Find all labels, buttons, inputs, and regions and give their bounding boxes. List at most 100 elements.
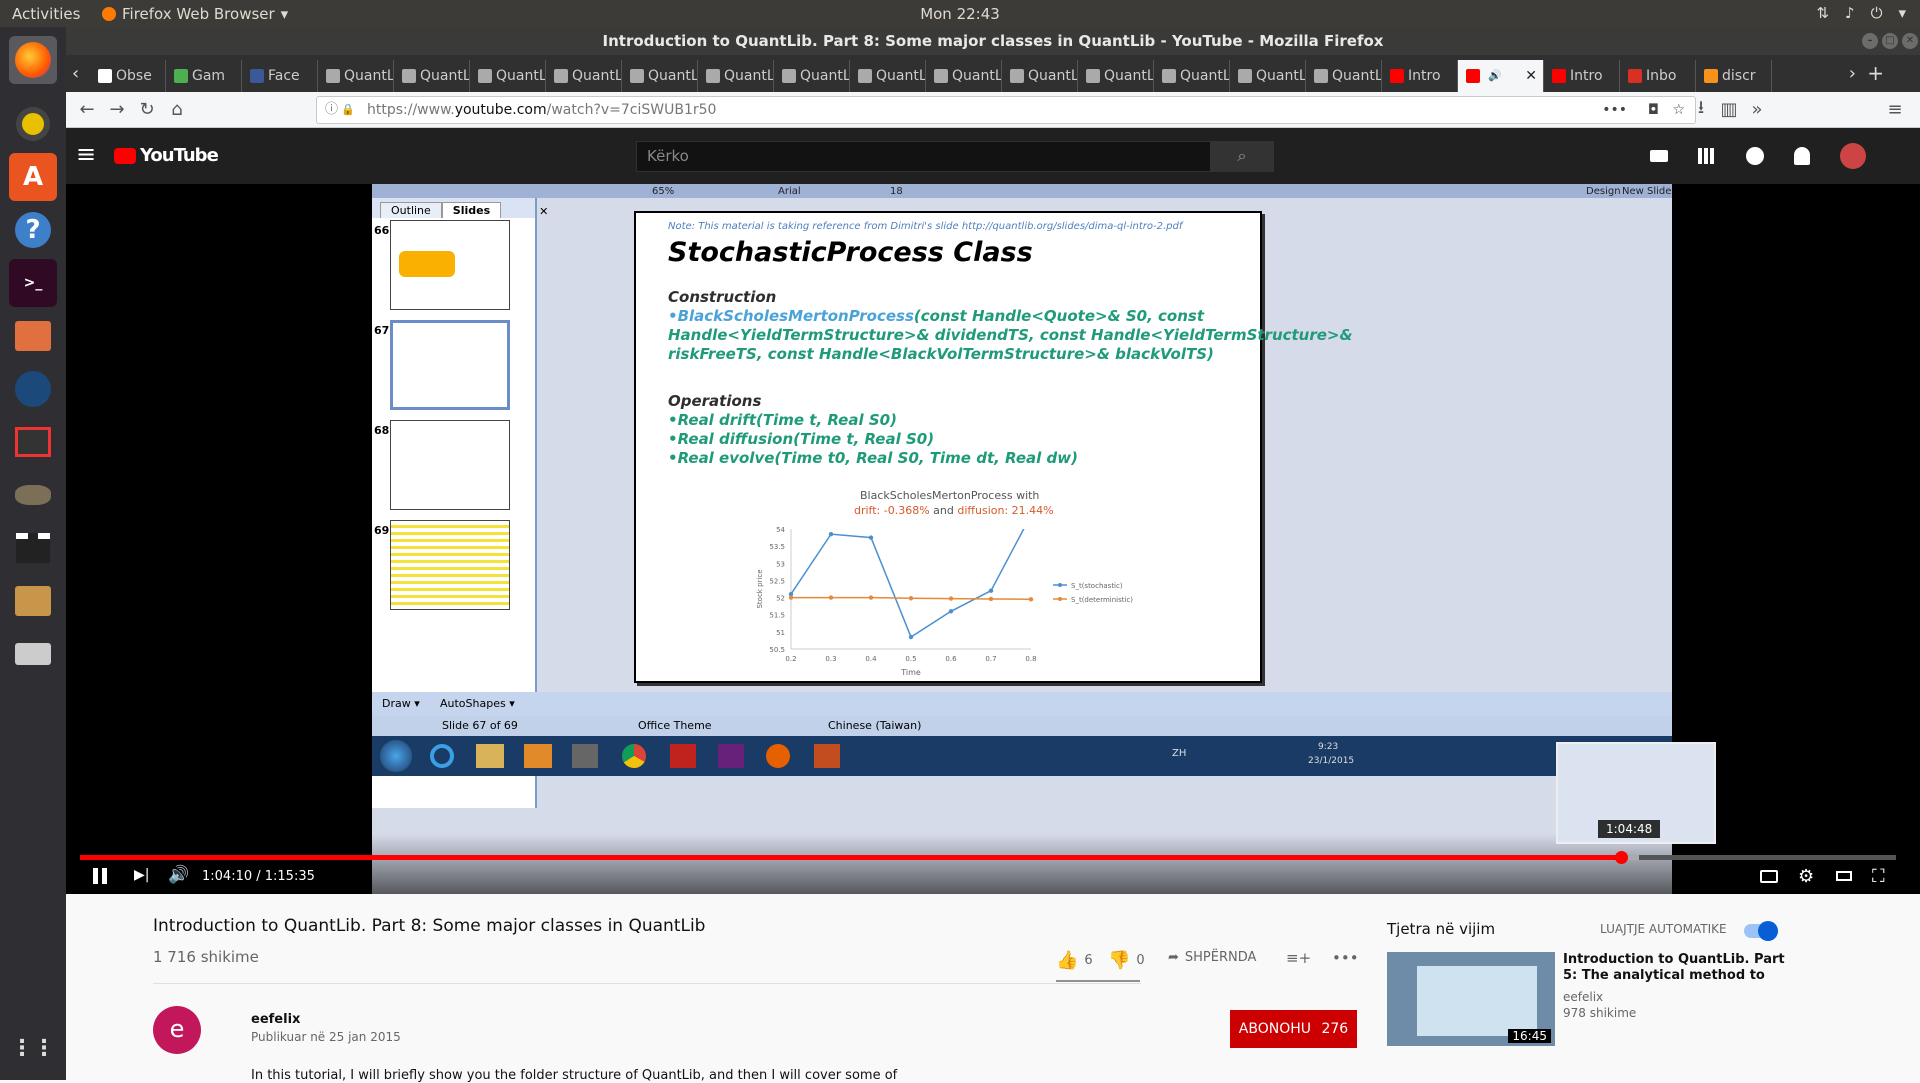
bookmark-star-icon[interactable]: ☆ <box>1672 97 1685 123</box>
browser-tab[interactable]: QuantLi <box>926 60 1002 92</box>
tabs-scroll-right-icon[interactable]: › <box>1849 63 1856 84</box>
overflow-icon[interactable]: » <box>1742 99 1772 120</box>
subscribe-label: ABONOHU <box>1238 1021 1312 1037</box>
downloads-icon[interactable]: ⭳ <box>1686 95 1716 125</box>
browser-tab[interactable]: Intro <box>1382 60 1458 92</box>
hamburger-menu-icon[interactable]: ≡ <box>1880 99 1910 120</box>
browser-tab[interactable]: QuantLi <box>470 60 546 92</box>
autoplay-toggle[interactable] <box>1744 921 1778 941</box>
acrobat-taskbar-icon <box>670 744 696 768</box>
show-apps-icon[interactable]: ⋮⋮ <box>9 1024 57 1072</box>
url-prefix: https://www. <box>367 102 455 118</box>
legend-label: S_t(deterministic) <box>1071 596 1133 604</box>
tab-label: QuantLi <box>1104 68 1154 84</box>
forward-icon[interactable]: → <box>102 99 132 120</box>
explorer-taskbar-icon <box>476 744 504 768</box>
channel-name[interactable]: eefelix <box>251 1012 300 1027</box>
progress-bar[interactable] <box>80 851 1896 864</box>
more-actions-icon[interactable]: ••• <box>1332 949 1359 967</box>
y-tick-label: 50.5 <box>769 646 785 654</box>
browser-tab[interactable]: Gam <box>166 60 242 92</box>
apps-grid-icon[interactable] <box>1698 148 1714 164</box>
volume-icon[interactable]: 🔊 <box>168 865 189 885</box>
browser-tab[interactable]: QuantLi <box>774 60 850 92</box>
browser-tab[interactable]: 🔊 ✕ <box>1458 60 1544 92</box>
firefox-launcher-icon[interactable] <box>9 36 57 84</box>
browser-tab[interactable]: Inbo <box>1620 60 1696 92</box>
taskbar-date: 23/1/2015 <box>1308 756 1355 766</box>
steam-launcher-icon[interactable] <box>9 365 57 413</box>
browser-tab[interactable]: discr <box>1696 60 1772 92</box>
library-icon[interactable]: ▥ <box>1714 99 1744 120</box>
page-actions-icon[interactable]: ••• <box>1602 97 1627 123</box>
new-tab-icon[interactable]: + <box>1867 61 1884 85</box>
share-button[interactable]: ➦ SHPËRNDA <box>1168 950 1256 965</box>
create-video-icon[interactable] <box>1650 150 1668 162</box>
messages-icon[interactable] <box>1746 147 1764 165</box>
next-video-title-line-1[interactable]: Introduction to QuantLib. Part <box>1563 952 1785 967</box>
browser-tab[interactable]: Face <box>242 60 318 92</box>
notifications-bell-icon[interactable] <box>1794 147 1810 165</box>
printer-launcher-icon[interactable] <box>9 630 57 678</box>
dislike-button[interactable]: 👎 0 <box>1108 950 1145 971</box>
archive-launcher-icon[interactable] <box>9 577 57 625</box>
browser-tab[interactable]: QuantLi <box>1230 60 1306 92</box>
system-tray[interactable]: ⇅ ♪ ⏻ ▾ <box>1816 4 1906 22</box>
page-icon <box>554 69 568 83</box>
youtube-logo[interactable]: YouTube <box>114 145 219 166</box>
browser-tab[interactable]: QuantLi <box>698 60 774 92</box>
account-avatar[interactable] <box>1840 143 1866 169</box>
browser-tab[interactable]: Intro <box>1544 60 1620 92</box>
search-input[interactable]: Kërko <box>636 141 1214 172</box>
back-icon[interactable]: ← <box>72 99 102 120</box>
browser-tab[interactable]: QuantLi <box>622 60 698 92</box>
terminal-launcher-icon[interactable]: >_ <box>9 259 57 307</box>
browser-tab[interactable]: QuantLi <box>546 60 622 92</box>
theater-mode-icon[interactable] <box>1836 871 1852 881</box>
fullscreen-icon[interactable]: ⛶ <box>1872 866 1885 887</box>
site-info-icon[interactable]: ⓘ <box>325 97 338 123</box>
help-launcher-icon[interactable]: ? <box>9 206 57 254</box>
browser-tab[interactable]: QuantLi <box>1078 60 1154 92</box>
software-center-launcher-icon[interactable]: A <box>9 153 57 201</box>
subscribe-button[interactable]: ABONOHU 276 <box>1230 1010 1357 1048</box>
url-bar[interactable]: ⓘ 🔒 https://www.youtube.com/watch?v=7ciS… <box>316 96 1696 124</box>
tab-close-icon[interactable]: ✕ <box>1525 60 1537 92</box>
close-window-icon[interactable]: ✕ <box>1902 33 1918 49</box>
reload-icon[interactable]: ↻ <box>132 99 162 120</box>
gimp-launcher-icon[interactable] <box>9 471 57 519</box>
browser-tab[interactable]: QuantLi <box>318 60 394 92</box>
video-editor-launcher-icon[interactable] <box>9 524 57 572</box>
settings-gear-icon[interactable]: ⚙ <box>1798 866 1814 887</box>
browser-tab[interactable]: QuantLi <box>1002 60 1078 92</box>
browser-tab[interactable]: QuantLi <box>1306 60 1382 92</box>
data-point <box>948 609 954 614</box>
next-video-thumbnail[interactable]: 16:45 <box>1387 952 1555 1046</box>
pause-icon[interactable] <box>93 868 107 884</box>
browser-tab[interactable]: Obse <box>90 60 166 92</box>
slide-thumbnail <box>390 320 510 410</box>
home-icon[interactable]: ⌂ <box>162 99 192 120</box>
channel-avatar[interactable]: e <box>153 1006 201 1054</box>
files-launcher-icon[interactable] <box>9 312 57 360</box>
clock[interactable]: Mon 22:43 <box>0 5 1920 23</box>
next-icon[interactable]: ▶| <box>134 867 149 883</box>
page-icon <box>1162 69 1176 83</box>
autoplay-label: LUAJTJE AUTOMATIKE <box>1600 922 1727 936</box>
rhythmbox-launcher-icon[interactable] <box>9 100 57 148</box>
search-icon[interactable]: ⌕ <box>1210 141 1274 172</box>
browser-tab[interactable]: QuantLi <box>394 60 470 92</box>
subtitles-icon[interactable] <box>1760 870 1778 883</box>
add-to-playlist-icon[interactable]: ≡+ <box>1286 949 1311 967</box>
minimize-window-icon[interactable]: – <box>1862 33 1878 49</box>
blocked-app-launcher-icon[interactable] <box>9 418 57 466</box>
maximize-window-icon[interactable]: □ <box>1882 33 1898 49</box>
guide-menu-icon[interactable]: ≡ <box>76 140 96 168</box>
browser-tab[interactable]: QuantLi <box>1154 60 1230 92</box>
tab-audio-icon[interactable]: 🔊 <box>1488 60 1502 92</box>
pocket-icon[interactable]: ◘ <box>1648 97 1659 123</box>
browser-tab[interactable]: QuantLi <box>850 60 926 92</box>
like-button[interactable]: 👍 6 <box>1056 950 1093 971</box>
next-video-title-line-2[interactable]: 5: The analytical method to <box>1563 968 1765 983</box>
tabs-scroll-left-icon[interactable]: ‹ <box>72 63 79 84</box>
